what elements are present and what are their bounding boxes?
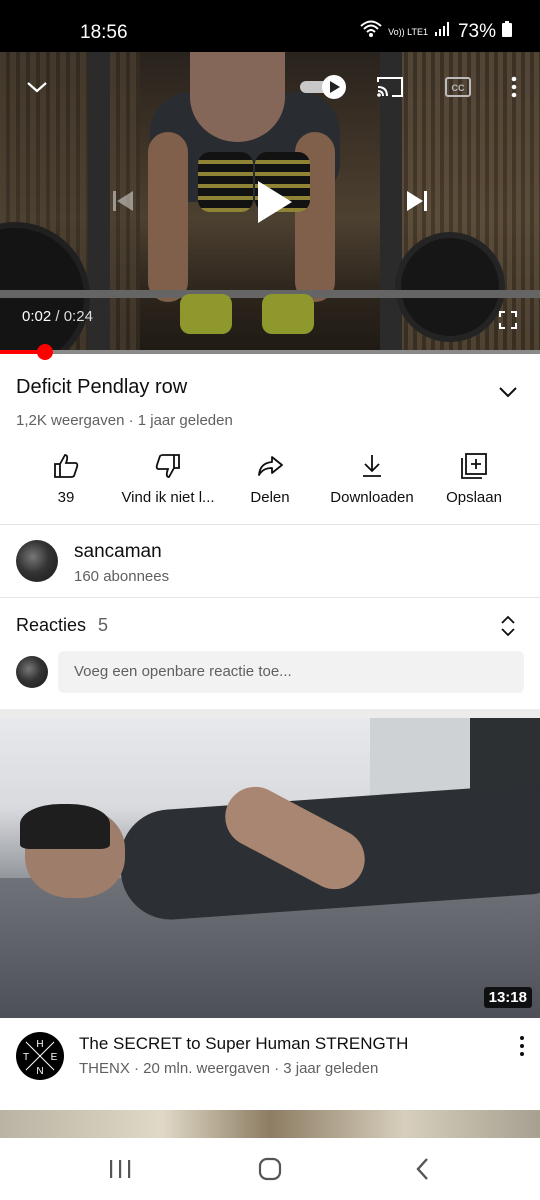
video-meta[interactable]: 1,2K weergaven · 1 jaar geleden bbox=[16, 412, 233, 429]
recommended-meta: THENX · 20 mln. weergaven · 3 jaar geled… bbox=[79, 1060, 379, 1077]
battery-icon bbox=[502, 21, 512, 43]
like-button[interactable]: 39 bbox=[12, 448, 120, 518]
save-button[interactable]: Opslaan bbox=[420, 448, 528, 518]
thenx-channel-logo[interactable]: H T E N bbox=[16, 1032, 64, 1080]
logo-letter-right: E bbox=[51, 1052, 58, 1063]
save-label: Opslaan bbox=[446, 489, 502, 506]
logo-letter-left: T bbox=[23, 1052, 29, 1063]
comments-section[interactable]: Reacties 5 Voeg een openbare reactie toe… bbox=[0, 598, 540, 708]
download-label: Downloaden bbox=[330, 489, 414, 506]
video-duration: 0:24 bbox=[63, 308, 93, 325]
progress-scrubber[interactable] bbox=[36, 344, 53, 360]
wifi-icon bbox=[360, 20, 382, 44]
more-options-icon[interactable] bbox=[504, 72, 524, 102]
recommended-video-info[interactable]: H T E N The SECRET to Super Human STRENG… bbox=[0, 1018, 540, 1108]
user-avatar bbox=[16, 656, 48, 688]
share-label: Delen bbox=[250, 489, 290, 506]
volte-icon: Vo)) LTE1 bbox=[388, 26, 428, 37]
svg-text:CC: CC bbox=[452, 83, 465, 93]
share-button[interactable]: Delen bbox=[216, 448, 324, 518]
expand-comments-icon[interactable] bbox=[496, 612, 520, 640]
play-icon[interactable] bbox=[250, 176, 298, 228]
recommended-thumbnail[interactable]: 13:18 bbox=[0, 718, 540, 1018]
status-icons: Vo)) LTE1 73% bbox=[360, 20, 512, 44]
next-recommended-thumbnail[interactable] bbox=[0, 1110, 540, 1140]
logo-letter-bottom: N bbox=[36, 1066, 43, 1077]
status-time: 18:56 bbox=[80, 22, 128, 43]
expand-description-chevron-icon[interactable] bbox=[494, 378, 522, 406]
minimize-chevron-icon[interactable] bbox=[24, 74, 50, 100]
like-count: 39 bbox=[57, 489, 75, 506]
fullscreen-icon[interactable] bbox=[496, 308, 520, 332]
download-icon bbox=[358, 452, 386, 480]
time-separator: / bbox=[51, 308, 64, 325]
captions-icon[interactable]: CC bbox=[442, 72, 474, 102]
action-bar: 39 Vind ik niet l... Delen Downloaden Op… bbox=[0, 448, 540, 518]
progress-bar[interactable] bbox=[0, 344, 540, 360]
time-display: 0:02 / 0:24 bbox=[22, 308, 93, 325]
channel-avatar[interactable] bbox=[16, 540, 58, 582]
video-player[interactable]: CC 0:02 / 0:24 bbox=[0, 52, 540, 354]
channel-name[interactable]: sancaman bbox=[74, 541, 162, 563]
dislike-label: Vind ik niet l... bbox=[121, 489, 215, 506]
thumbs-down-icon bbox=[154, 452, 182, 480]
thumbs-up-icon bbox=[52, 452, 80, 480]
thumbnail-person-hair bbox=[20, 804, 110, 849]
comment-input[interactable]: Voeg een openbare reactie toe... bbox=[58, 651, 524, 693]
channel-subscribers: 160 abonnees bbox=[74, 568, 170, 585]
autoplay-toggle[interactable] bbox=[298, 72, 350, 102]
recommended-title[interactable]: The SECRET to Super Human STRENGTH bbox=[79, 1034, 408, 1054]
logo-letter-top: H bbox=[36, 1039, 43, 1050]
share-icon bbox=[256, 452, 284, 480]
video-title[interactable]: Deficit Pendlay row bbox=[16, 376, 187, 399]
dislike-button[interactable]: Vind ik niet l... bbox=[114, 448, 222, 518]
divider bbox=[0, 524, 540, 525]
status-bar: 18:56 Vo)) LTE1 73% bbox=[0, 0, 540, 52]
cast-icon[interactable] bbox=[374, 72, 406, 102]
section-separator bbox=[0, 709, 540, 718]
comments-count: 5 bbox=[98, 615, 109, 635]
system-navigation-bar bbox=[0, 1138, 540, 1200]
home-icon[interactable] bbox=[255, 1154, 285, 1184]
back-icon[interactable] bbox=[408, 1154, 438, 1184]
next-icon[interactable] bbox=[402, 186, 432, 216]
recent-apps-icon[interactable] bbox=[105, 1154, 135, 1184]
battery-percent: 73% bbox=[457, 21, 496, 42]
more-options-icon[interactable] bbox=[510, 1034, 534, 1058]
video-duration-badge: 13:18 bbox=[483, 987, 532, 1008]
download-button[interactable]: Downloaden bbox=[318, 448, 426, 518]
channel-row[interactable]: sancaman 160 abonnees bbox=[0, 526, 540, 596]
comments-header: Reacties bbox=[16, 615, 87, 635]
previous-icon[interactable] bbox=[108, 186, 138, 216]
current-time: 0:02 bbox=[22, 308, 52, 325]
save-playlist-icon bbox=[460, 452, 488, 480]
signal-icon bbox=[434, 21, 452, 43]
